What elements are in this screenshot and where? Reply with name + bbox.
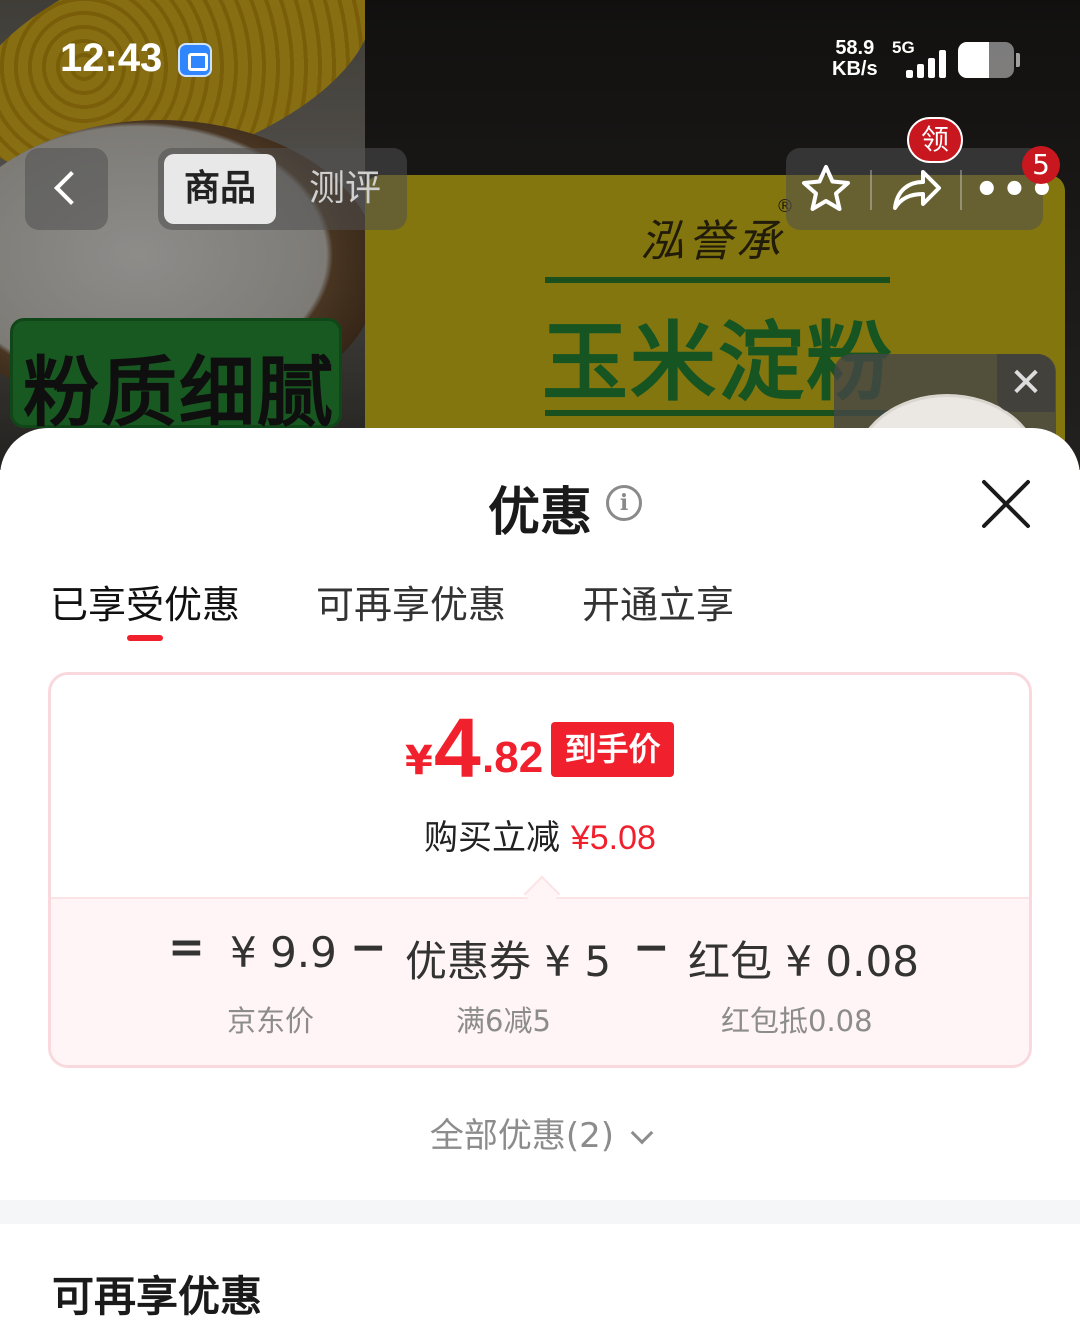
back-button[interactable]	[25, 148, 108, 230]
video-close-icon[interactable]: ✕	[997, 354, 1055, 412]
network-speed-value: 58.9	[835, 37, 875, 59]
battery-level	[958, 42, 989, 78]
section-title-more-offers: 可再享优惠	[52, 1272, 263, 1321]
tab-product[interactable]: 商品	[164, 154, 276, 224]
final-price-tag: 到手价	[551, 722, 674, 777]
battery-tip	[1016, 53, 1020, 67]
saving-line: 购买立减 ¥5.08	[0, 810, 1080, 859]
network-speed-unit: KB/s	[832, 58, 878, 80]
list-price-value: ¥ 9.9	[230, 928, 337, 977]
info-icon[interactable]: i	[606, 485, 642, 521]
nav-separator	[870, 170, 872, 210]
tab-enjoyed-offers[interactable]: 已享受优惠	[50, 574, 240, 629]
message-count-badge: 5	[1022, 146, 1060, 184]
all-offers-label: 全部优惠(2)	[429, 1116, 615, 1156]
minus-sign: −	[350, 922, 387, 973]
coupon-value: 优惠券 ¥ 5	[405, 937, 612, 986]
saving-amount: ¥5.08	[570, 819, 656, 857]
favorite-star-icon[interactable]	[796, 162, 856, 216]
nav-separator	[960, 170, 962, 210]
product-nav-tabs: 商品 测评	[158, 148, 407, 230]
red-packet-label: 红包抵0.08	[721, 1004, 873, 1038]
tab-more-offers[interactable]: 可再享优惠	[316, 574, 506, 629]
all-offers-toggle[interactable]: 全部优惠(2)	[0, 1108, 1080, 1157]
red-packet-value: 红包 ¥ 0.08	[688, 937, 919, 986]
minus-sign: −	[633, 922, 670, 973]
section-divider	[0, 1200, 1080, 1224]
chevron-down-icon	[630, 1121, 654, 1145]
screen-cast-icon	[178, 43, 212, 77]
coupon-claim-badge[interactable]: 领	[907, 117, 963, 163]
network-speed: 58.9 KB/s	[832, 38, 878, 80]
sheet-title: 优惠	[487, 483, 592, 543]
list-price-label: 京东价	[227, 1004, 315, 1038]
tab-reviews[interactable]: 测评	[286, 154, 404, 224]
equals-sign: =	[168, 922, 205, 973]
tab-membership-offers[interactable]: 开通立享	[582, 574, 734, 629]
battery-icon	[958, 42, 1014, 78]
active-tab-indicator	[127, 635, 163, 641]
share-icon[interactable]	[886, 162, 946, 216]
nav-actions: •••	[786, 148, 1055, 230]
status-time: 12:43	[60, 36, 163, 80]
price-integer: 4	[434, 701, 481, 795]
close-icon[interactable]	[978, 476, 1034, 532]
coupon-condition: 满6减5	[456, 1004, 551, 1038]
saving-label: 购买立减	[424, 818, 561, 858]
price-currency: ¥	[405, 738, 433, 784]
signal-icon	[906, 44, 950, 78]
price-decimal: .82	[482, 733, 544, 782]
